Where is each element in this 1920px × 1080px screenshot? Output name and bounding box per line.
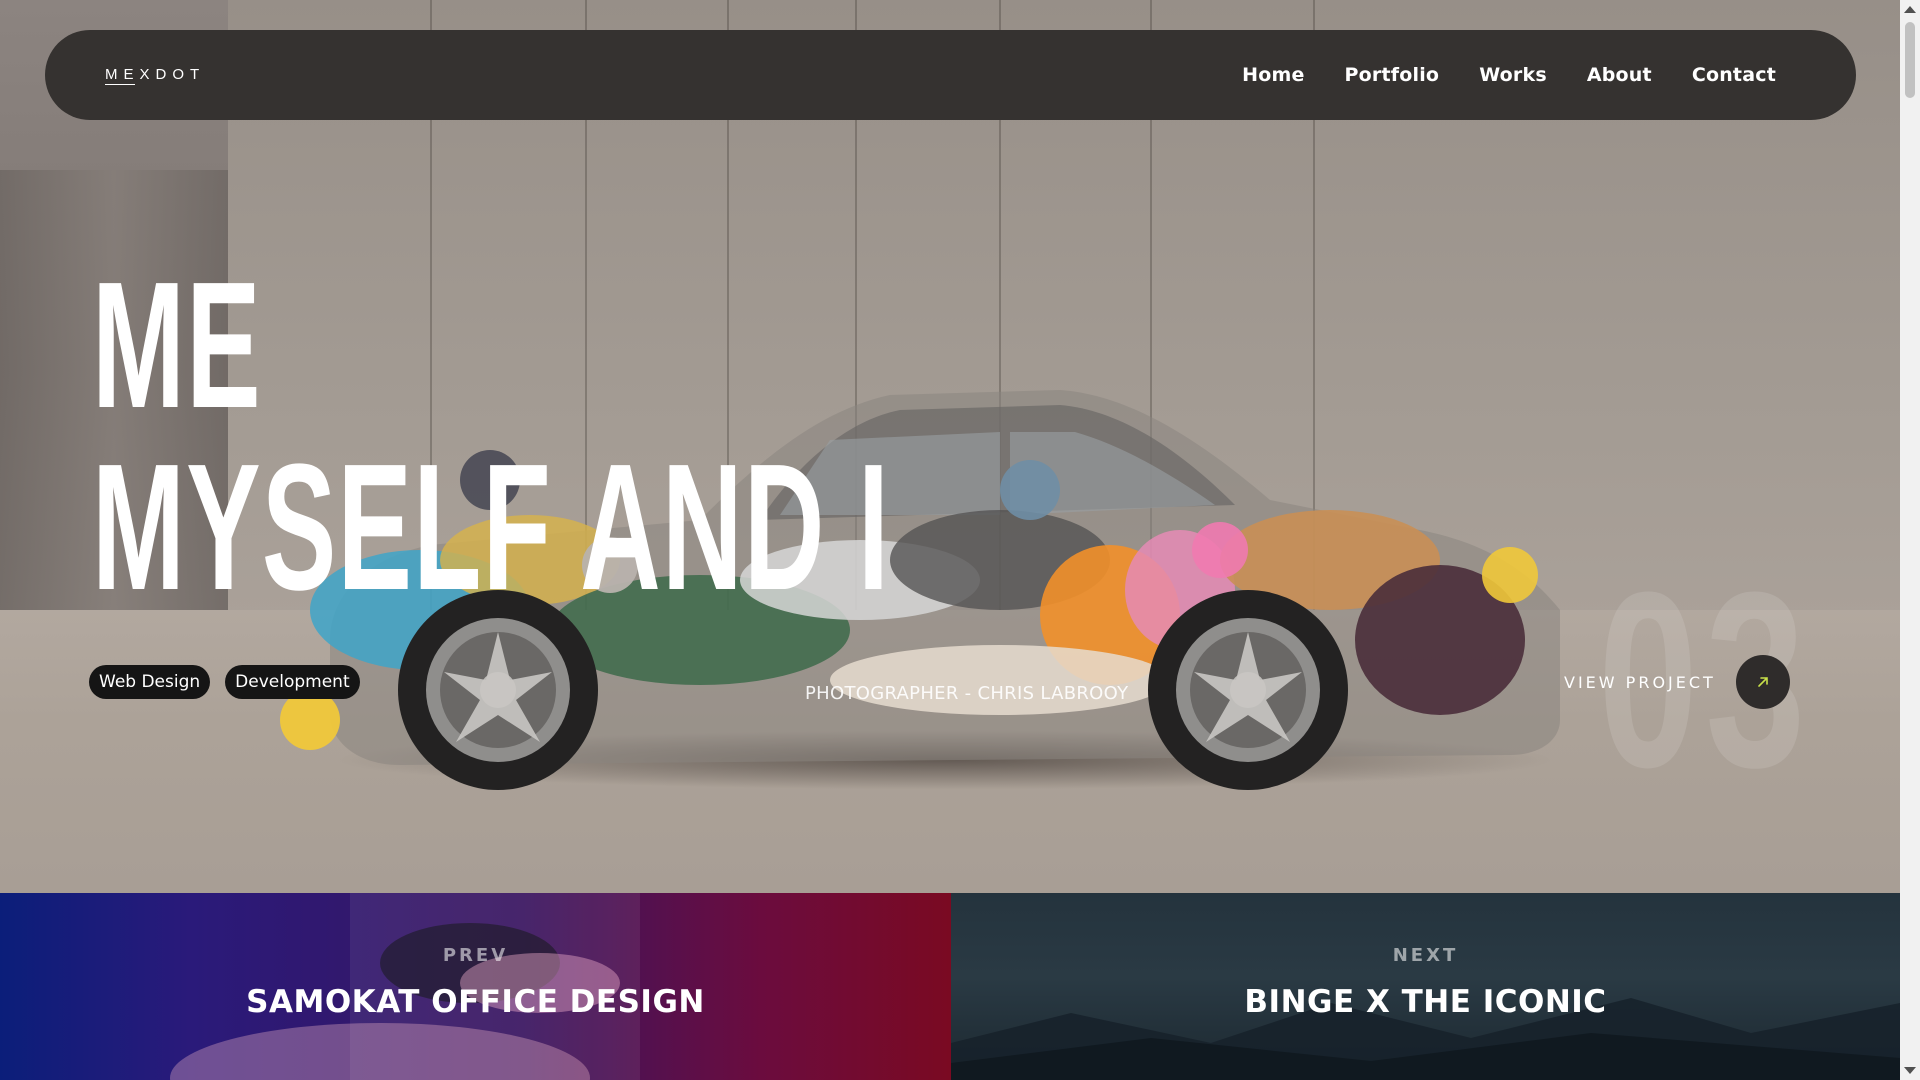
arrow-up-right-icon [1758,677,1768,687]
photographer-credit: PHOTOGRAPHER - CHRIS LABROOY [805,683,1129,704]
nav-menu: Home Portfolio Works About Contact [1242,64,1776,86]
tag-development[interactable]: Development [225,665,360,699]
site-logo[interactable]: MEXDOT [105,66,205,85]
nav-portfolio[interactable]: Portfolio [1345,64,1440,86]
tag-web-design[interactable]: Web Design [89,665,211,699]
view-project-button[interactable] [1735,655,1790,709]
page-scrollbar[interactable] [1900,0,1920,1080]
hero-title: ME MYSELF AND I [92,255,890,619]
project-pagination: PREV SAMOKAT OFFICE DESIGN NEXT BINGE X … [0,893,1900,1080]
hero-section: ME MYSELF AND I Web Design Development P… [0,0,1900,893]
hero-title-line-1: ME [92,245,262,446]
project-tags: Web Design Development [89,665,360,699]
scroll-up-icon[interactable] [1904,6,1916,13]
logo-text: MEXDOT [105,65,206,83]
hero-title-line-2: MYSELF AND I [92,427,891,628]
nav-works[interactable]: Works [1479,64,1547,86]
top-navbar: MEXDOT Home Portfolio Works About Contac… [45,30,1856,120]
logo-underline [105,83,135,85]
view-project-label: VIEW PROJECT [1564,672,1716,692]
nav-home[interactable]: Home [1242,64,1304,86]
scroll-down-icon[interactable] [1904,1067,1916,1074]
prev-kicker: PREV [442,945,509,966]
nav-about[interactable]: About [1587,64,1652,86]
scrollbar-thumb[interactable] [1905,22,1915,98]
next-project-card[interactable]: NEXT BINGE X THE ICONIC [951,893,1900,1080]
nav-contact[interactable]: Contact [1692,64,1776,86]
view-project-link[interactable]: VIEW PROJECT [1564,655,1790,709]
prev-title: SAMOKAT OFFICE DESIGN [246,984,705,1020]
next-kicker: NEXT [1392,945,1459,966]
next-title: BINGE X THE ICONIC [1244,984,1607,1020]
prev-project-card[interactable]: PREV SAMOKAT OFFICE DESIGN [0,893,951,1080]
